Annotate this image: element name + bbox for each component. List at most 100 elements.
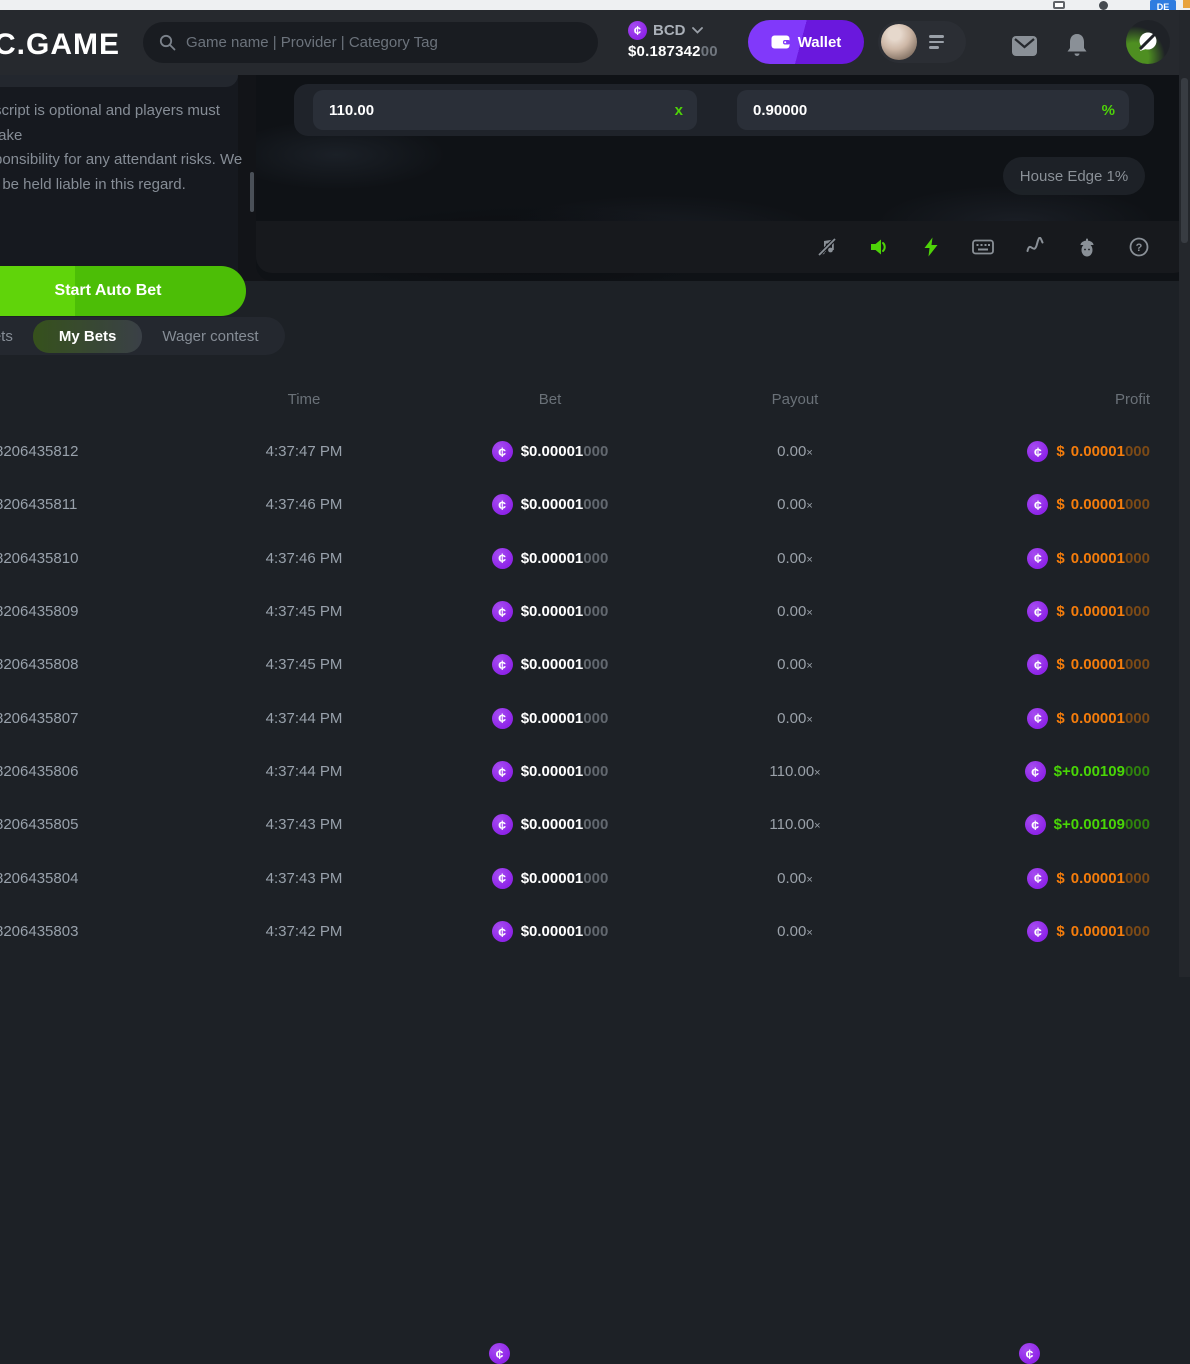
bcd-coin-icon: ¢	[489, 1343, 510, 1364]
col-payout: Payout	[732, 391, 858, 408]
bet-profit: ¢ $+0.00109000	[858, 814, 1190, 835]
tab-wager-contest[interactable]: Wager contest	[142, 319, 278, 354]
payout-multiplier-input[interactable]	[329, 102, 675, 119]
page-scrollbar[interactable]	[1179, 10, 1190, 977]
search-bar[interactable]	[143, 22, 598, 63]
bet-payout: 0.00×	[732, 443, 858, 460]
payout-multiplier-field[interactable]: x	[313, 90, 697, 130]
bet-id: 8206435809	[0, 603, 240, 620]
sidebar-scrollbar-thumb[interactable]	[250, 172, 254, 212]
browser-corner-mark	[1183, 0, 1190, 8]
bet-payout: 0.00×	[732, 603, 858, 620]
bet-row[interactable]: 8206435805 4:37:43 PM ¢ $0.00001000 110.…	[0, 798, 1190, 851]
search-input[interactable]	[186, 34, 582, 51]
bet-amount: ¢ $0.00001000	[368, 761, 732, 782]
hotkeys-keyboard-icon[interactable]	[972, 236, 994, 258]
browser-toolbar-edge: DE	[0, 0, 1190, 10]
bet-id: 8206435808	[0, 656, 240, 673]
fairness-seed-icon[interactable]	[1076, 236, 1098, 258]
bet-row[interactable]: 8206435804 4:37:43 PM ¢ $0.00001000 0.00…	[0, 852, 1190, 905]
tab-my-bets[interactable]: My Bets	[33, 320, 143, 353]
messages-icon[interactable]	[1012, 36, 1037, 56]
help-icon[interactable]: ?	[1128, 236, 1150, 258]
game-toolbar: ?	[256, 221, 1190, 273]
sound-on-icon[interactable]	[868, 236, 890, 258]
bet-id: 8206435812	[0, 443, 240, 460]
bet-id: 8206435803	[0, 923, 240, 940]
bet-row[interactable]: 8206435811 4:37:46 PM ¢ $0.00001000 0.00…	[0, 478, 1190, 531]
bet-time: 4:37:46 PM	[240, 550, 368, 567]
browser-extension-icon[interactable]	[1053, 1, 1065, 9]
autobet-sidebar: script is optional and players must take…	[0, 75, 238, 281]
bet-time: 4:37:44 PM	[240, 710, 368, 727]
bet-row[interactable]: 8206435808 4:37:45 PM ¢ $0.00001000 0.00…	[0, 638, 1190, 691]
bet-row[interactable]: 8206435809 4:37:45 PM ¢ $0.00001000 0.00…	[0, 585, 1190, 638]
browser-extension-icon[interactable]	[1099, 1, 1108, 10]
bet-time: 4:37:44 PM	[240, 763, 368, 780]
percent-suffix: %	[1102, 102, 1115, 119]
bet-time: 4:37:46 PM	[240, 496, 368, 513]
bet-amount: ¢ $0.00001000	[368, 494, 732, 515]
bets-tabs: All Bets My Bets Wager contest	[0, 317, 285, 355]
bcd-coin-icon: ¢	[1025, 761, 1046, 782]
bet-time: 4:37:45 PM	[240, 656, 368, 673]
bet-profit: ¢ $0.00001000	[858, 494, 1190, 515]
bet-profit: ¢ $0.00001000	[858, 441, 1190, 462]
bet-amount: ¢ $0.00001000	[368, 654, 732, 675]
turbo-bolt-icon[interactable]	[920, 236, 942, 258]
bet-time: 4:37:43 PM	[240, 870, 368, 887]
bet-payout: 0.00×	[732, 870, 858, 887]
win-chance-field[interactable]: %	[737, 90, 1129, 130]
script-disclaimer-text: script is optional and players must take…	[0, 99, 246, 197]
bet-payout: 0.00×	[732, 656, 858, 673]
bet-profit: ¢ $+0.00109000	[858, 761, 1190, 782]
currency-selector[interactable]: ¢ BCD $0.18734200	[628, 21, 718, 60]
bcd-coin-icon: ¢	[492, 868, 513, 889]
profile-menu-icon	[929, 35, 944, 49]
bet-payout: 0.00×	[732, 710, 858, 727]
bcd-coin-icon: ¢	[1027, 548, 1048, 569]
bet-profit: ¢ $0.00001000	[858, 654, 1190, 675]
bet-id: 8206435810	[0, 550, 240, 567]
profile-menu[interactable]	[878, 21, 966, 63]
site-logo[interactable]: C.GAME	[0, 28, 120, 62]
bet-row[interactable]: 8206435812 4:37:47 PM ¢ $0.00001000 0.00…	[0, 425, 1190, 478]
avatar[interactable]	[881, 24, 917, 60]
bcd-coin-icon: ¢	[492, 548, 513, 569]
bet-amount: ¢ $0.00001000	[368, 441, 732, 462]
bet-row[interactable]: 8206435810 4:37:46 PM ¢ $0.00001000 0.00…	[0, 532, 1190, 585]
bcd-coin-icon: ¢	[1025, 814, 1046, 835]
bcd-coin-icon: ¢	[1027, 441, 1048, 462]
wallet-button[interactable]: Wallet	[748, 20, 864, 64]
game-canvas: x % House Edge 1%	[256, 75, 1190, 281]
bet-amount: ¢ $0.00001000	[368, 601, 732, 622]
bet-profit: ¢ $0.00001000	[858, 868, 1190, 889]
trends-icon[interactable]	[1024, 236, 1046, 258]
bet-id: 8206435806	[0, 763, 240, 780]
bet-row[interactable]: 8206435806 4:37:44 PM ¢ $0.00001000 110.…	[0, 745, 1190, 798]
house-edge-badge: House Edge 1%	[1003, 157, 1145, 195]
page-scrollbar-thumb[interactable]	[1181, 78, 1188, 243]
music-off-icon[interactable]	[816, 236, 838, 258]
bcd-coin-icon: ¢	[1027, 868, 1048, 889]
bet-id: 8206435811	[0, 496, 240, 513]
bet-id: 8206435805	[0, 816, 240, 833]
bet-payout: 0.00×	[732, 923, 858, 940]
bet-profit: ¢ $0.00001000	[858, 708, 1190, 729]
my-bets-table: Time Bet Payout Profit 8206435812 4:37:4…	[0, 373, 1190, 958]
bet-id: 8206435807	[0, 710, 240, 727]
chat-toggle-button[interactable]	[1126, 20, 1170, 64]
bet-row[interactable]: 8206435807 4:37:44 PM ¢ $0.00001000 0.00…	[0, 692, 1190, 745]
bet-row[interactable]: 8206435803 4:37:42 PM ¢ $0.00001000 0.00…	[0, 905, 1190, 958]
bet-payout: 0.00×	[732, 550, 858, 567]
bet-amount: ¢ $0.00001000	[368, 868, 732, 889]
win-chance-input[interactable]	[753, 102, 1102, 119]
table-body: 8206435812 4:37:47 PM ¢ $0.00001000 0.00…	[0, 425, 1190, 958]
notifications-bell-icon[interactable]	[1066, 33, 1088, 58]
bcd-coin-icon: ¢	[1019, 1343, 1040, 1364]
start-auto-bet-button[interactable]: Start Auto Bet	[0, 266, 246, 316]
bcd-coin-icon: ¢	[1027, 601, 1048, 622]
bet-amount: ¢ $0.00001000	[368, 921, 732, 942]
tab-all-bets[interactable]: All Bets	[0, 319, 33, 354]
bcd-coin-icon: ¢	[492, 601, 513, 622]
